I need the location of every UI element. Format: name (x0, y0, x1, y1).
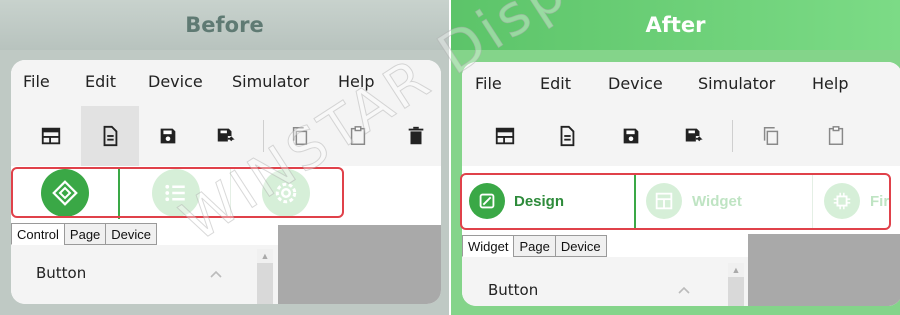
tab-widget[interactable]: Widget (462, 235, 515, 257)
chevron-up-icon[interactable] (677, 283, 691, 297)
menu-help[interactable]: Help (812, 74, 848, 93)
panel-tabs: Control Page Device (11, 223, 158, 245)
toolbar-divider (263, 120, 264, 152)
tab-page[interactable]: Page (63, 223, 107, 245)
layout-icon (41, 127, 61, 145)
new-page-button[interactable] (81, 106, 139, 166)
layout-button[interactable] (476, 106, 534, 166)
layout-icon (495, 127, 515, 145)
menu-bar: File Edit Device Simulator Help (11, 60, 441, 106)
paste-button[interactable] (807, 106, 865, 166)
menu-file[interactable]: File (23, 72, 50, 91)
toolbar (11, 106, 441, 166)
save-as-icon (217, 128, 235, 142)
paste-icon (828, 126, 844, 145)
scroll-up-icon[interactable]: ▲ (257, 249, 273, 263)
design-canvas[interactable] (278, 225, 441, 304)
menu-bar: File Edit Device Simulator Help (462, 62, 900, 106)
design-canvas[interactable] (748, 234, 900, 306)
document-icon (103, 125, 118, 147)
save-icon (623, 128, 639, 144)
delete-icon (408, 126, 424, 145)
copy-icon (292, 127, 308, 145)
menu-edit[interactable]: Edit (540, 74, 571, 93)
delete-button[interactable] (387, 106, 441, 166)
copy-icon (763, 127, 779, 145)
after-title: After (451, 0, 900, 50)
scrollbar[interactable]: ▲ (728, 263, 744, 306)
scroll-up-icon[interactable]: ▲ (728, 263, 744, 277)
save-as-button[interactable] (197, 106, 255, 166)
document-icon (560, 125, 575, 147)
before-title: Before (0, 0, 449, 50)
toolbar (462, 106, 900, 166)
menu-simulator[interactable]: Simulator (232, 72, 309, 91)
property-list: Button ▲ (462, 257, 748, 306)
save-button[interactable] (139, 106, 197, 166)
panel-tabs: Widget Page Device (462, 235, 607, 257)
menu-file[interactable]: File (475, 74, 502, 93)
save-button[interactable] (602, 106, 660, 166)
copy-button[interactable] (742, 106, 800, 166)
highlight-callout (11, 167, 344, 218)
save-as-button[interactable] (665, 106, 723, 166)
tab-control[interactable]: Control (11, 223, 65, 245)
before-panel: Before File Edit Device Simulator Help C… (0, 0, 449, 315)
menu-edit[interactable]: Edit (85, 72, 116, 91)
after-panel: After File Edit Device Simulator Help De… (451, 0, 900, 315)
save-icon (160, 128, 176, 144)
menu-device[interactable]: Device (148, 72, 203, 91)
toolbar-divider (732, 120, 733, 152)
chevron-up-icon[interactable] (209, 267, 223, 281)
new-page-button[interactable] (538, 106, 596, 166)
layout-button[interactable] (22, 106, 80, 166)
menu-simulator[interactable]: Simulator (698, 74, 775, 93)
scrollbar[interactable]: ▲ (257, 249, 273, 304)
menu-help[interactable]: Help (338, 72, 374, 91)
paste-button[interactable] (329, 106, 387, 166)
section-label: Button (36, 264, 87, 282)
copy-button[interactable] (271, 106, 329, 166)
menu-device[interactable]: Device (608, 74, 663, 93)
paste-icon (350, 126, 366, 145)
tab-device[interactable]: Device (554, 235, 607, 257)
section-label: Button (488, 281, 539, 299)
save-as-icon (685, 128, 703, 142)
property-list: Button ▲ (11, 245, 278, 304)
tab-page[interactable]: Page (513, 235, 556, 257)
highlight-callout (460, 173, 891, 230)
tab-device[interactable]: Device (105, 223, 158, 245)
